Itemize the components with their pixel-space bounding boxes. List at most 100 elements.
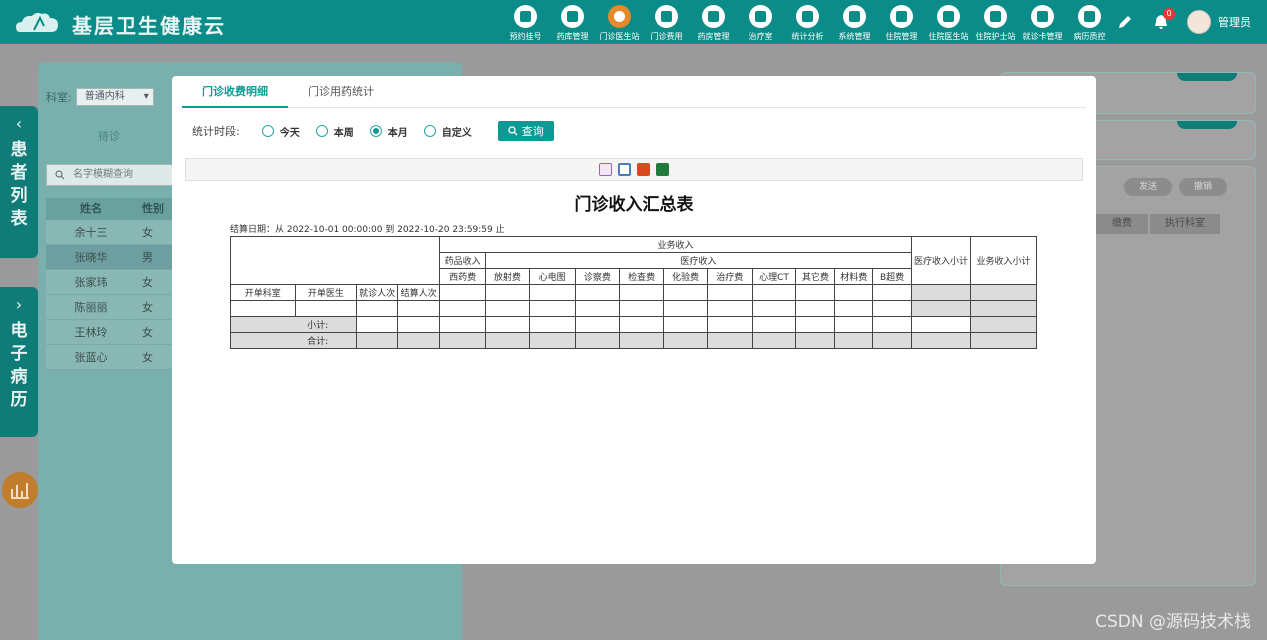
cell (751, 316, 797, 333)
header-row-4: 开单科室 开单医生 就诊人次 结算人次 (230, 284, 1038, 301)
avatar[interactable] (1187, 10, 1211, 34)
nav-item-pharmacy[interactable]: 药房管理 (690, 4, 737, 42)
nav-item-drug-store[interactable]: 药库管理 (549, 4, 596, 42)
col-exec-dept: 执行科室 (1150, 214, 1220, 234)
table-row[interactable]: 张家玮 女 (46, 270, 176, 295)
header-blank (229, 236, 441, 285)
table-row[interactable]: 张蓝心 女 (46, 345, 176, 370)
preview-icon[interactable] (599, 163, 612, 176)
radio-dot (261, 125, 274, 137)
nav-item-inpatient[interactable]: 住院管理 (878, 4, 925, 42)
total-label: 合计: (229, 332, 358, 349)
cell (910, 284, 971, 301)
patient-table-header: 姓名 性别 (46, 198, 176, 220)
cell (294, 300, 358, 317)
pencil-icon[interactable] (1117, 14, 1133, 30)
table-row[interactable]: 张晓华 男 (46, 245, 176, 270)
patient-table: 姓名 性别 余十三女 张晓华男 张家玮女 陈丽丽女 王林玲女 张蓝心女 (46, 198, 176, 370)
side-tab-patient-list[interactable]: ‹ 患者列表 (0, 106, 38, 258)
nav-item-card-management[interactable]: 就诊卡管理 (1019, 4, 1066, 42)
radio-dot (315, 125, 328, 137)
query-button[interactable]: 查询 (497, 121, 554, 141)
nav-item-system[interactable]: 系统管理 (831, 4, 878, 42)
excel-icon[interactable] (656, 163, 669, 176)
cell (706, 300, 753, 317)
col-examination: 检查费 (619, 268, 665, 285)
warehouse-icon (561, 5, 584, 28)
card-icon (1031, 5, 1054, 28)
cell (663, 316, 708, 333)
radio-this-month-label: 本月 (387, 127, 408, 139)
patient-search-input[interactable]: 名字模糊查询 (46, 164, 176, 186)
chevron-down-icon: ▾ (143, 91, 149, 102)
nav-item-record-qc[interactable]: 病历质控 (1066, 4, 1113, 42)
modal-tabs: 门诊收费明细 门诊用药统计 (182, 76, 1086, 108)
calendar-icon (514, 5, 537, 28)
cell (356, 316, 399, 333)
cell (485, 332, 530, 349)
collapse-toggle[interactable] (1177, 73, 1237, 81)
tab-outpatient-drug-stats[interactable]: 门诊用药统计 (288, 76, 394, 108)
pill-icon (702, 5, 725, 28)
cell (795, 332, 836, 349)
table-row[interactable]: 陈丽丽 女 (46, 295, 176, 320)
col-fee: 缴费 (1096, 214, 1148, 234)
dept-filter: 科室: 普通内科 ▾ (46, 88, 154, 106)
radio-dot (423, 125, 436, 137)
subtotal-label: 小计: (229, 316, 358, 333)
nurse-card-icon (984, 5, 1007, 28)
cell (663, 300, 708, 317)
cell (910, 332, 971, 349)
app-title: 基层卫生健康云 (72, 14, 226, 38)
cell (439, 300, 487, 317)
cancel-button[interactable]: 撤销 (1179, 178, 1227, 196)
nav-item-appointment[interactable]: 预约挂号 (502, 4, 549, 42)
report-modal: 门诊收费明细 门诊用药统计 统计时段: 今天 本周 本月 自定义 查询 门诊收入… (172, 76, 1096, 564)
user-name[interactable]: 管理员 (1218, 14, 1251, 30)
notification-bell[interactable]: 0 (1153, 8, 1175, 30)
cell (356, 332, 399, 349)
cell (528, 316, 576, 333)
table-row[interactable]: 王林玲 女 (46, 320, 176, 345)
radio-this-week[interactable]: 本周 (315, 124, 354, 139)
table-row[interactable]: 余十三 女 (46, 220, 176, 245)
doctor-icon (608, 5, 631, 28)
nav-item-statistics[interactable]: 统计分析 (784, 4, 831, 42)
cell (663, 332, 708, 349)
chevron-left-icon: ‹ (15, 114, 23, 133)
nav-item-inpatient-doctor[interactable]: 住院医生站 (925, 4, 972, 42)
header-row-1: 业务收入 医疗收入小计 业务收入小计 (229, 236, 1038, 285)
pdf-icon[interactable] (637, 163, 650, 176)
col-radiology: 放射费 (485, 268, 530, 285)
report-table: 业务收入 医疗收入小计 业务收入小计 药品收入 医疗收入 西药费 放射费 心电图… (229, 236, 1038, 349)
nav-item-inpatient-nurse[interactable]: 住院护士站 (972, 4, 1019, 42)
dept-select[interactable]: 普通内科 ▾ (75, 88, 154, 106)
analytics-button[interactable] (2, 472, 38, 508)
radio-this-month[interactable]: 本月 (369, 124, 408, 139)
print-icon[interactable] (618, 163, 631, 176)
radio-custom[interactable]: 自定义 (423, 124, 472, 139)
radio-dot (369, 125, 382, 137)
cell (910, 316, 971, 333)
export-toolbar (185, 158, 1083, 181)
nav-item-outpatient-doctor[interactable]: 门诊医生站 (596, 4, 643, 42)
radio-today[interactable]: 今天 (261, 124, 300, 139)
nurse-icon (749, 5, 772, 28)
report-title: 门诊收入汇总表 (574, 195, 694, 215)
tab-waiting[interactable]: 待诊 (98, 128, 120, 144)
nav-item-outpatient-fee[interactable]: 门诊费用 (643, 4, 690, 42)
collapse-toggle[interactable] (1177, 121, 1237, 129)
send-button[interactable]: 发送 (1124, 178, 1172, 196)
cell (969, 316, 1038, 333)
patient-sex: 男 (142, 251, 153, 264)
col-material: 材料费 (834, 268, 874, 285)
tab-outpatient-fee-detail[interactable]: 门诊收费明细 (182, 76, 288, 108)
nav-item-treatment-room[interactable]: 治疗室 (737, 4, 784, 42)
radio-this-week-label: 本周 (333, 127, 354, 139)
dept-select-value: 普通内科 (84, 91, 125, 102)
search-icon (55, 170, 65, 180)
side-tab-emr-label: 电子病历 (10, 321, 28, 410)
search-icon (508, 126, 518, 136)
side-tab-emr[interactable]: › 电子病历 (0, 287, 38, 437)
cell (397, 300, 441, 317)
